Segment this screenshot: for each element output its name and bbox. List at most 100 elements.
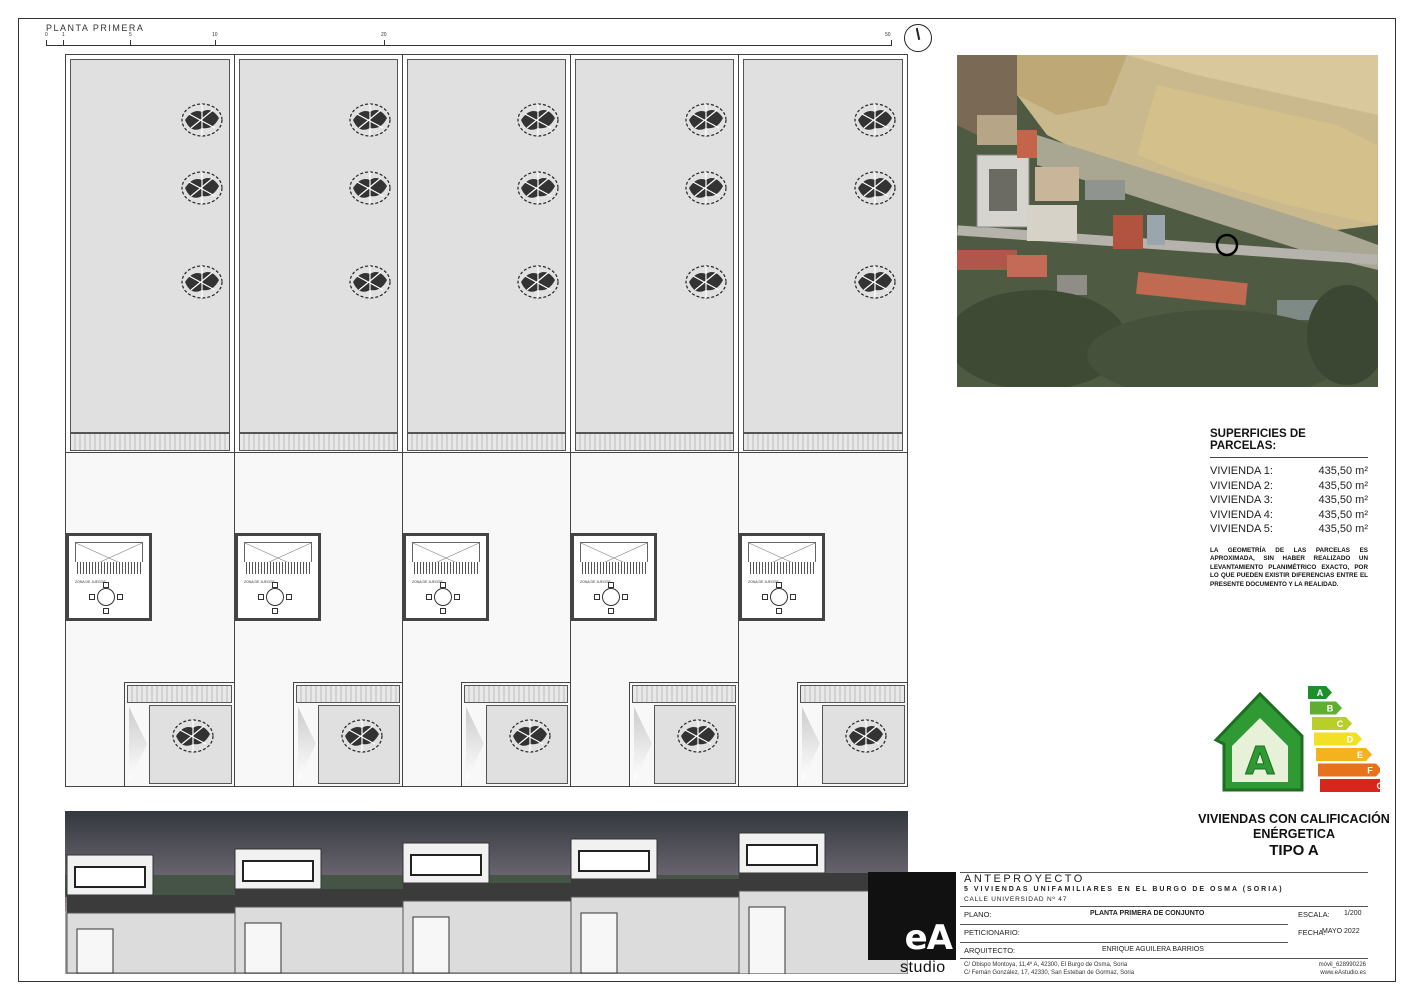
tree-icon bbox=[172, 719, 214, 753]
paving-strip bbox=[632, 685, 736, 703]
front-garden bbox=[654, 705, 736, 784]
scale-bar: 0 1 5 10 20 50 bbox=[45, 32, 892, 46]
project-subtitle: 5 VIVIENDAS UNIFAMILIARES EN EL BURGO DE… bbox=[964, 886, 1284, 893]
scale-label-50: 50 bbox=[885, 32, 891, 38]
paving-strip bbox=[127, 685, 232, 703]
surface-value: 435,50 m² bbox=[1318, 508, 1368, 521]
parcel-1: ZONA DE JUEGOS bbox=[66, 55, 234, 786]
tree-icon bbox=[181, 265, 223, 299]
surfaces-heading: SUPERFICIES DE PARCELAS: bbox=[1210, 428, 1368, 458]
chair-icon bbox=[272, 582, 278, 588]
scale-label-5: 5 bbox=[129, 32, 132, 38]
paving-strip bbox=[239, 433, 398, 451]
front-patio bbox=[629, 682, 738, 786]
parcel-3: ZONA DE JUEGOS bbox=[402, 55, 570, 786]
scale-label-20: 20 bbox=[381, 32, 387, 38]
chair-icon bbox=[776, 608, 782, 614]
project-type: ANTEPROYECTO bbox=[964, 873, 1085, 885]
access-ramp bbox=[466, 707, 484, 781]
energy-bar-label: C bbox=[1337, 719, 1344, 729]
surface-row: VIVIENDA 2: 435,50 m² bbox=[1210, 479, 1368, 494]
paving-strip bbox=[743, 433, 903, 451]
access-ramp bbox=[802, 707, 820, 781]
chair-icon bbox=[594, 594, 600, 600]
site-plan: ZONA DE JUEGOS ZONA DE JUEGOS ZONA DE JU… bbox=[65, 54, 908, 787]
tree-icon bbox=[509, 719, 551, 753]
paving-strip bbox=[70, 433, 230, 451]
escala-value: 1/200 bbox=[1344, 910, 1362, 917]
chair-icon bbox=[426, 594, 432, 600]
front-patio bbox=[124, 682, 234, 786]
front-garden bbox=[318, 705, 400, 784]
chair-icon bbox=[608, 582, 614, 588]
surface-label: VIVIENDA 5: bbox=[1210, 523, 1273, 535]
surface-row: VIVIENDA 3: 435,50 m² bbox=[1210, 493, 1368, 508]
stair-treads bbox=[748, 562, 816, 574]
chair-icon bbox=[762, 594, 768, 600]
table-icon bbox=[266, 588, 284, 606]
rating-letter: A bbox=[1245, 739, 1275, 783]
logo-subtext: studio bbox=[900, 959, 946, 976]
website-link[interactable]: www.eAstudio.es bbox=[1320, 970, 1366, 976]
play-zone-label: ZONA DE JUEGOS bbox=[75, 580, 106, 584]
surface-label: VIVIENDA 2: bbox=[1210, 479, 1273, 492]
table-icon bbox=[770, 588, 788, 606]
aerial-photo bbox=[957, 55, 1378, 387]
surface-label: VIVIENDA 3: bbox=[1210, 494, 1273, 506]
surface-label: VIVIENDA 4: bbox=[1210, 508, 1273, 521]
chair-icon bbox=[622, 594, 628, 600]
surface-row: VIVIENDA 1: 435,50 m² bbox=[1210, 464, 1368, 479]
stair-treads bbox=[412, 562, 480, 574]
arquitecto-value: ENRIQUE AGUILERA BARRIOS bbox=[1102, 946, 1204, 953]
chair-icon bbox=[272, 608, 278, 614]
tree-icon bbox=[181, 171, 223, 205]
play-court: ZONA DE JUEGOS bbox=[403, 533, 489, 621]
stair-treads bbox=[75, 562, 143, 574]
play-court: ZONA DE JUEGOS bbox=[739, 533, 825, 621]
rear-garden bbox=[70, 59, 230, 433]
tree-icon bbox=[517, 265, 559, 299]
front-garden bbox=[149, 705, 232, 784]
chair-icon bbox=[440, 608, 446, 614]
parcel-2: ZONA DE JUEGOS bbox=[234, 55, 402, 786]
plano-value: PLANTA PRIMERA DE CONJUNTO bbox=[1090, 910, 1205, 917]
north-arrow-icon bbox=[904, 24, 932, 52]
chair-icon bbox=[440, 582, 446, 588]
stair-treads bbox=[580, 562, 648, 574]
scale-label-1: 1 bbox=[62, 32, 65, 38]
energy-bar-label: A bbox=[1317, 688, 1324, 698]
tree-icon bbox=[854, 171, 896, 205]
chair-icon bbox=[103, 582, 109, 588]
table-icon bbox=[97, 588, 115, 606]
surface-value: 435,50 m² bbox=[1318, 465, 1368, 477]
energy-bar-d bbox=[1314, 732, 1362, 746]
energy-title-line1: VIVIENDAS CON CALIFICACIÓN bbox=[1198, 812, 1390, 826]
tree-icon bbox=[677, 719, 719, 753]
tree-icon bbox=[685, 171, 727, 205]
arquitecto-label: ARQUITECTO: bbox=[964, 946, 1016, 955]
tree-icon bbox=[685, 265, 727, 299]
title-block: ANTEPROYECTO 5 VIVIENDAS UNIFAMILIARES E… bbox=[960, 872, 1368, 980]
tree-icon bbox=[181, 103, 223, 137]
surface-value: 435,50 m² bbox=[1318, 494, 1368, 506]
chair-icon bbox=[454, 594, 460, 600]
surface-value: 435,50 m² bbox=[1318, 479, 1368, 492]
front-patio bbox=[293, 682, 402, 786]
paving-strip bbox=[800, 685, 905, 703]
surface-value: 435,50 m² bbox=[1318, 523, 1368, 535]
chair-icon bbox=[89, 594, 95, 600]
street-elevation-render bbox=[65, 811, 908, 974]
play-court: ZONA DE JUEGOS bbox=[235, 533, 321, 621]
play-court: ZONA DE JUEGOS bbox=[571, 533, 657, 621]
scale-label-0: 0 bbox=[45, 32, 48, 38]
chair-icon bbox=[258, 594, 264, 600]
studio-logo: eA bbox=[868, 872, 956, 960]
front-garden bbox=[486, 705, 568, 784]
surface-row: VIVIENDA 5: 435,50 m² bbox=[1210, 522, 1368, 537]
access-ramp bbox=[129, 707, 147, 781]
play-court: ZONA DE JUEGOS bbox=[66, 533, 152, 621]
rear-garden bbox=[575, 59, 734, 433]
scale-label-10: 10 bbox=[212, 32, 218, 38]
access-ramp bbox=[634, 707, 652, 781]
chair-icon bbox=[117, 594, 123, 600]
